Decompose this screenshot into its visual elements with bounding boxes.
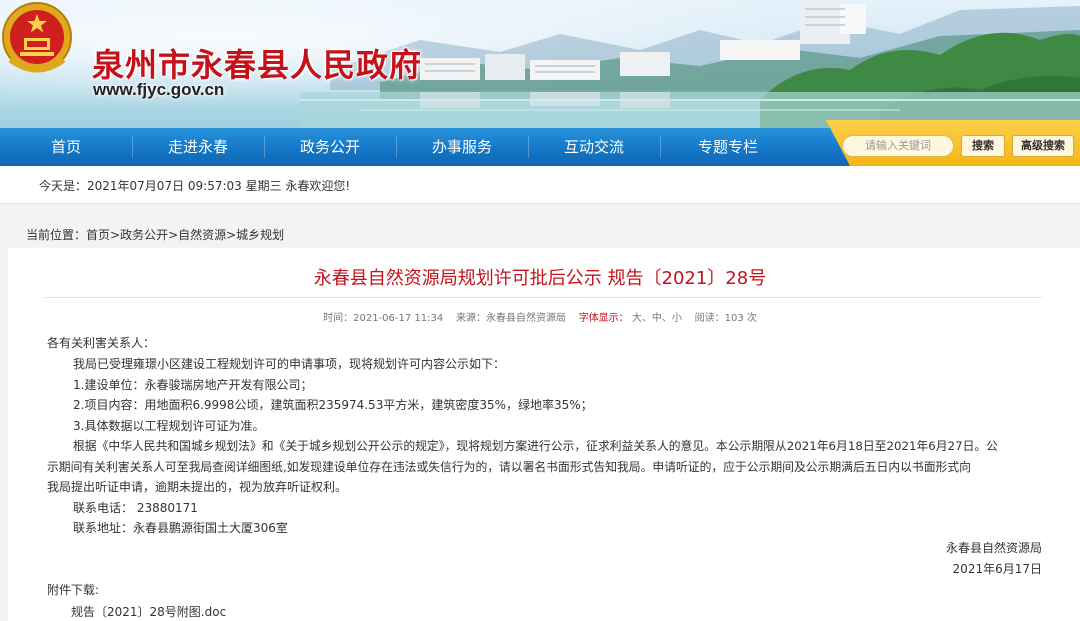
body-paragraph: 我局提出听证申请，逾期未提出的，视为放弃听证权利。: [47, 480, 348, 494]
meta-time: 时间：2021-06-17 11:34: [323, 313, 444, 324]
meta-font-label: 字体显示：: [578, 313, 629, 324]
nav-divider: [264, 136, 265, 158]
body-paragraph: 根据《中华人民共和国城乡规划法》和《关于城乡规划公开公示的规定》，现将规划方案进…: [73, 439, 998, 453]
body-paragraph: 3.具体数据以工程规划许可证为准。: [73, 419, 265, 433]
meta-views: 阅读：103 次: [694, 313, 757, 324]
nav-divider: [660, 136, 661, 158]
body-paragraph: 我局已受理雍璟小区建设工程规划许可的申请事项，现将规划许可内容公示如下：: [73, 357, 506, 371]
search-input[interactable]: 请输入关键词: [842, 135, 954, 157]
signature: 永春县自然资源局: [945, 541, 1042, 555]
advanced-search-button[interactable]: 高级搜索: [1012, 135, 1074, 157]
nav-home[interactable]: 首页: [14, 128, 118, 166]
date-bar: 今天是：2021年07月07日 09:57:03 星期三 永春欢迎您!: [0, 166, 1080, 204]
article-panel: [8, 248, 1080, 621]
attachment-label: 附件下载:: [47, 583, 100, 597]
nav-divider: [396, 136, 397, 158]
nav-gov-info[interactable]: 政务公开: [278, 128, 382, 166]
search-button[interactable]: 搜索: [961, 135, 1005, 157]
attachment-link[interactable]: 规告〔2021〕28号附图.doc: [71, 603, 226, 620]
breadcrumb: 当前位置：首页>政务公开>自然资源>城乡规划: [0, 222, 1080, 246]
title-divider: [44, 297, 1042, 298]
article-title: 永春县自然资源局规划许可批后公示 规告〔2021〕28号: [313, 268, 767, 289]
date-text: 今天是：2021年07月07日 09:57:03 星期三 永春欢迎您!: [39, 179, 351, 193]
body-paragraph: 1.建设单位：永春骏瑞房地产开发有限公司；: [73, 378, 313, 392]
article-meta: 时间：2021-06-17 11:34 来源：永春县自然资源局 字体显示： 大、…: [0, 309, 1080, 324]
breadcrumb-path[interactable]: 首页>政务公开>自然资源>城乡规划: [86, 228, 284, 242]
breadcrumb-text: 当前位置：首页>政务公开>自然资源>城乡规划: [26, 226, 284, 243]
nav-about[interactable]: 走进永春: [146, 128, 250, 166]
contact-phone: 联系电话： 23880171: [73, 501, 198, 515]
nav-services[interactable]: 办事服务: [410, 128, 514, 166]
meta-font-sizes[interactable]: 大、中、小: [632, 313, 682, 324]
nav-divider: [132, 136, 133, 158]
header-banner: 泉州市永春县人民政府 www.fjyc.gov.cn: [0, 0, 1080, 128]
nav-topics[interactable]: 专题专栏: [676, 128, 780, 166]
national-emblem-icon: [2, 2, 72, 73]
meta-source: 来源：永春县自然资源局: [455, 313, 566, 324]
body-paragraph: 示期间有关利害关系人可至我局查阅详细图纸,如发现建设单位存在违法或失信行为的，请…: [47, 460, 971, 474]
salutation: 各有关利害关系人：: [47, 336, 156, 350]
breadcrumb-label: 当前位置：: [26, 228, 87, 242]
contact-address: 联系地址：永春县鹏源街国土大厦306室: [73, 521, 288, 535]
body-paragraph: 2.项目内容：用地面积6.9998公顷，建筑面积235974.53平方米，建筑密…: [73, 398, 593, 412]
signature-date: 2021年6月17日: [952, 562, 1042, 576]
nav-interaction[interactable]: 互动交流: [542, 128, 646, 166]
site-url: www.fjyc.gov.cn: [93, 80, 225, 99]
nav-divider: [528, 136, 529, 158]
